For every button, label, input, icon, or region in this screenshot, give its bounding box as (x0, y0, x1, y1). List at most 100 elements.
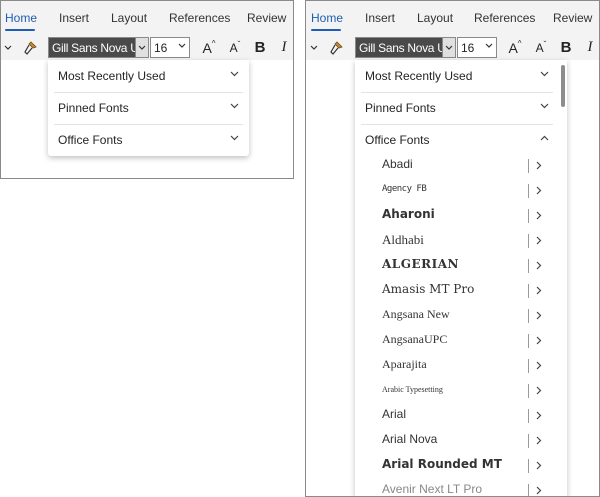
active-tab-indicator (5, 29, 35, 31)
tab-references[interactable]: References (474, 11, 535, 25)
font-dropdown-collapsed: Most Recently Used Pinned Fonts Office F… (48, 60, 249, 156)
caret-up-icon: ^ (211, 39, 216, 48)
italic-button[interactable]: I (275, 35, 293, 60)
divider (528, 159, 529, 173)
divider (528, 259, 529, 273)
font-name-dropdown-button[interactable] (135, 38, 148, 57)
font-item-avenir-next-lt-pro[interactable]: Avenir Next LT Pro (355, 478, 567, 496)
right-screenshot-panel: Home Insert Layout References Review Gil… (305, 0, 600, 497)
chevron-right-icon[interactable] (536, 161, 542, 170)
font-name-combobox[interactable]: Gill Sans Nova UI (48, 37, 149, 58)
font-size-value[interactable]: 16 (154, 41, 167, 55)
chevron-right-icon[interactable] (536, 311, 542, 320)
divider (528, 409, 529, 423)
italic-button[interactable]: I (581, 35, 599, 60)
font-item-agency-fb[interactable]: Agency FB (355, 178, 567, 203)
chevron-down-icon (230, 71, 239, 77)
chevron-right-icon[interactable] (536, 411, 542, 420)
font-name-value[interactable]: Gill Sans Nova UI (49, 38, 136, 57)
shrink-font-button[interactable]: Aˇ (531, 35, 551, 60)
font-item-arial[interactable]: Arial (355, 403, 567, 428)
section-most-recently-used[interactable]: Most Recently Used (54, 60, 243, 92)
chevron-right-icon[interactable] (536, 361, 542, 370)
grow-font-button[interactable]: A ^ (505, 35, 525, 60)
grow-font-button[interactable]: A ^ (199, 35, 219, 60)
section-most-recently-used[interactable]: Most Recently Used (361, 60, 553, 92)
chevron-down-icon (230, 103, 239, 109)
divider (528, 309, 529, 323)
font-item-aparajita[interactable]: Aparajita (355, 353, 567, 378)
active-tab-indicator (311, 29, 341, 31)
chevron-right-icon[interactable] (536, 436, 542, 445)
font-size-value[interactable]: 16 (461, 41, 474, 55)
section-pinned-fonts[interactable]: Pinned Fonts (54, 92, 243, 124)
chevron-right-icon[interactable] (536, 286, 542, 295)
tab-review[interactable]: Review (553, 11, 592, 25)
font-item-aharoni[interactable]: Aharoni (355, 203, 567, 228)
font-size-combobox[interactable]: 16 (457, 37, 497, 58)
ribbon-tabs: Home Insert Layout References Review (1, 1, 293, 35)
chevron-right-icon[interactable] (536, 461, 542, 470)
tab-review[interactable]: Review (247, 11, 286, 25)
chevron-right-icon[interactable] (536, 336, 542, 345)
chevron-right-icon[interactable] (536, 261, 542, 270)
divider (528, 434, 529, 448)
ribbon-tabs: Home Insert Layout References Review (306, 1, 599, 35)
ribbon-toolbar: Gill Sans Nova UI 16 A ^ Aˇ B I (1, 35, 293, 60)
chevron-right-icon[interactable] (536, 486, 542, 495)
font-name-dropdown-button[interactable] (442, 38, 455, 57)
font-item-abadi[interactable]: Abadi (355, 153, 567, 178)
tab-home[interactable]: Home (5, 11, 37, 25)
font-item-arial-nova[interactable]: Arial Nova (355, 428, 567, 453)
divider (528, 184, 529, 198)
tab-insert[interactable]: Insert (365, 11, 395, 25)
section-pinned-fonts[interactable]: Pinned Fonts (361, 92, 553, 124)
divider (528, 234, 529, 248)
bold-button[interactable]: B (557, 35, 575, 60)
bold-button[interactable]: B (251, 35, 269, 60)
caret-up-icon: ^ (517, 39, 522, 48)
tab-layout[interactable]: Layout (111, 11, 147, 25)
chevron-up-icon (540, 135, 549, 141)
section-office-fonts[interactable]: Office Fonts (54, 124, 243, 156)
divider (528, 484, 529, 496)
chevron-down-icon[interactable] (3, 35, 13, 60)
chevron-right-icon[interactable] (536, 186, 542, 195)
format-painter-icon[interactable] (325, 35, 347, 60)
tab-insert[interactable]: Insert (59, 11, 89, 25)
ribbon-toolbar: Gill Sans Nova UI 16 A ^ Aˇ B I (306, 35, 599, 60)
font-item-arial-rounded-mt[interactable]: Arial Rounded MT (355, 453, 567, 478)
divider (528, 359, 529, 373)
font-item-angsanaupc[interactable]: AngsanaUPC (355, 328, 567, 353)
tab-home[interactable]: Home (311, 11, 343, 25)
section-office-fonts[interactable]: Office Fonts (361, 124, 553, 156)
font-dropdown-expanded: Most Recently Used Pinned Fonts Office F… (355, 60, 567, 496)
chevron-down-icon[interactable] (309, 35, 319, 60)
divider (528, 284, 529, 298)
shrink-font-button[interactable]: Aˇ (225, 35, 245, 60)
left-screenshot-panel: Home Insert Layout References Review Gil… (0, 0, 294, 179)
font-name-value[interactable]: Gill Sans Nova UI (356, 38, 443, 57)
chevron-down-icon (540, 103, 549, 109)
divider (528, 334, 529, 348)
font-item-amasis-mt-pro[interactable]: Amasis MT Pro (355, 278, 567, 303)
font-item-aldhabi[interactable]: Aldhabi (355, 228, 567, 253)
chevron-right-icon[interactable] (536, 236, 542, 245)
font-item-arabic-typesetting[interactable]: Arabic Typesetting (355, 378, 567, 403)
tab-references[interactable]: References (169, 11, 230, 25)
chevron-right-icon[interactable] (536, 211, 542, 220)
font-name-combobox[interactable]: Gill Sans Nova UI (355, 37, 456, 58)
chevron-down-icon (230, 135, 239, 141)
scrollbar-thumb[interactable] (561, 65, 565, 107)
caret-down-icon: ˇ (237, 40, 241, 49)
chevron-down-icon[interactable] (178, 43, 186, 49)
divider (528, 459, 529, 473)
format-painter-icon[interactable] (19, 35, 41, 60)
divider (528, 209, 529, 223)
chevron-down-icon[interactable] (485, 43, 493, 49)
tab-layout[interactable]: Layout (417, 11, 453, 25)
font-item-algerian[interactable]: ALGERIAN (355, 253, 567, 278)
chevron-right-icon[interactable] (536, 386, 542, 395)
font-size-combobox[interactable]: 16 (150, 37, 190, 58)
font-item-angsana-new[interactable]: Angsana New (355, 303, 567, 328)
